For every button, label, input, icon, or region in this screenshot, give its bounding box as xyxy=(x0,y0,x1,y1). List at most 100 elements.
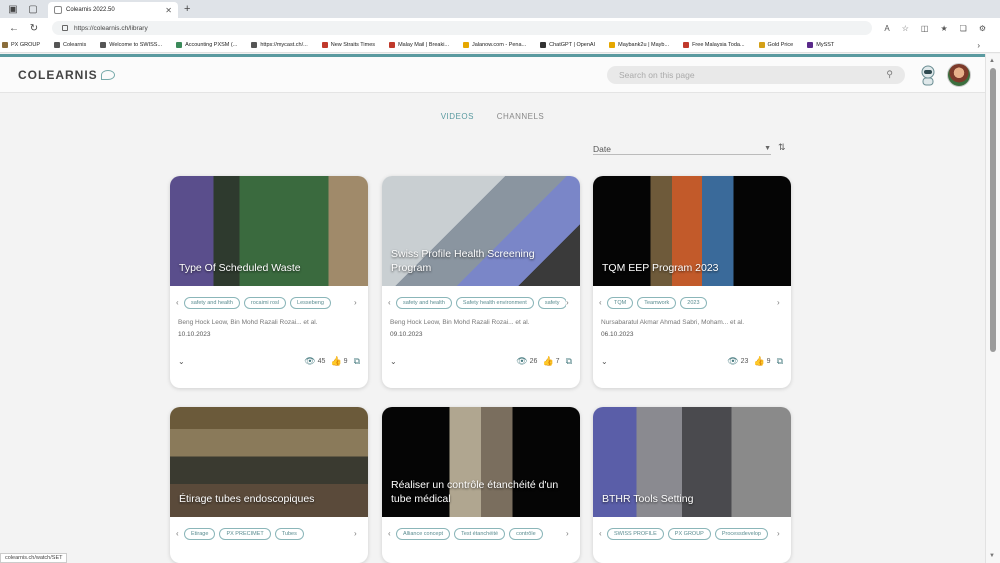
browser-tab[interactable]: Colearnis 2022.50 ✕ xyxy=(48,2,178,18)
bookmark-item[interactable]: New Straits Times xyxy=(321,42,375,48)
tag-chip[interactable]: Alliance concept xyxy=(396,527,451,540)
video-card[interactable]: Type Of Scheduled Waste ‹ safety and healt… xyxy=(170,176,368,388)
tab-channels[interactable]: CHANNELS xyxy=(497,112,545,121)
video-card[interactable]: TQM EEP Program 2023 ‹ TQM Teamwork 2023 › Nur… xyxy=(593,176,791,388)
video-title: Étirage tubes endoscopiques xyxy=(179,493,315,506)
bookmark-item[interactable]: Welcome to SWISS... xyxy=(100,42,162,48)
bookmark-item[interactable]: MySST xyxy=(807,42,834,48)
search-icon[interactable]: ⚲ xyxy=(886,69,893,80)
extensions-icon[interactable]: ⚙ xyxy=(979,24,986,33)
tag-chip[interactable]: contrôle xyxy=(509,527,543,540)
bookmark-item[interactable]: Malay Mail | Breaki... xyxy=(389,42,449,48)
search-input[interactable]: Search on this page ⚲ xyxy=(607,65,905,84)
tab-actions-icon[interactable]: ▢ xyxy=(26,2,40,16)
tag-chip[interactable]: Test étanchéité xyxy=(454,527,506,540)
chevron-left-icon[interactable]: ‹ xyxy=(176,529,184,538)
chevron-right-icon[interactable]: › xyxy=(777,529,785,538)
tag-chip[interactable]: PX GROUP xyxy=(667,527,711,540)
chevron-left-icon[interactable]: ‹ xyxy=(599,298,607,307)
tag-chip[interactable]: SWISS PROFILE xyxy=(607,527,664,540)
video-card[interactable]: Étirage tubes endoscopiques ‹ Etirage PX PR… xyxy=(170,407,368,563)
tag-chip[interactable]: 2023 xyxy=(680,296,707,309)
read-aloud-icon[interactable]: A xyxy=(884,24,889,33)
bookmark-item[interactable]: Gold Price xyxy=(758,42,794,48)
tab-videos[interactable]: VIDEOS xyxy=(441,112,474,121)
bookmark-item[interactable]: Colearnis xyxy=(54,42,86,48)
video-thumbnail[interactable]: Réaliser un contrôle étanchéité d'un tub… xyxy=(382,407,580,517)
url-field[interactable]: https://colearnis.ch/library xyxy=(52,21,872,35)
scrollbar-thumb[interactable] xyxy=(990,68,996,352)
tag-chip[interactable]: safety xyxy=(537,296,566,309)
tag-chip[interactable]: safety and health xyxy=(396,296,452,309)
chevron-left-icon[interactable]: ‹ xyxy=(176,298,184,307)
tag-chip[interactable]: Etirage xyxy=(184,527,216,540)
share-icon[interactable]: ⧉ xyxy=(566,356,572,367)
video-thumbnail[interactable]: Swiss Profile Health Screening Program xyxy=(382,176,580,286)
tag-chip[interactable]: Lessebeng xyxy=(290,296,331,309)
chevron-down-icon[interactable]: ⌄ xyxy=(390,357,397,366)
bookmark-item[interactable]: PX GROUP xyxy=(2,42,40,48)
bookmark-item[interactable]: Accounting PXSM (... xyxy=(176,42,237,48)
thumbs-up-icon[interactable]: 👍 xyxy=(542,356,553,367)
chevron-left-icon[interactable]: ‹ xyxy=(599,529,607,538)
chevron-right-icon[interactable]: › xyxy=(566,529,574,538)
avatar[interactable] xyxy=(947,62,971,87)
logo-text: COLEARNIS xyxy=(18,67,98,82)
bookmark-item[interactable]: Jalanow.com - Pena... xyxy=(463,42,526,48)
page-scrollbar[interactable]: ▲ ▼ xyxy=(985,54,1000,563)
video-card[interactable]: Swiss Profile Health Screening Program ‹ s… xyxy=(382,176,580,388)
new-tab-icon[interactable]: + xyxy=(184,3,190,15)
view-count: 26 xyxy=(529,357,538,365)
video-thumbnail[interactable]: Type Of Scheduled Waste xyxy=(170,176,368,286)
chevron-left-icon[interactable]: ‹ xyxy=(388,529,396,538)
bookmark-label: Gold Price xyxy=(767,42,794,48)
sort-select[interactable]: Date ▼ xyxy=(593,143,771,155)
bookmark-item[interactable]: https://mycast.ch/... xyxy=(251,42,308,48)
workspaces-icon[interactable]: ▣ xyxy=(6,2,20,16)
tag-chip[interactable]: Safety health environment xyxy=(455,296,534,309)
thumbs-up-icon[interactable]: 👍 xyxy=(753,356,764,367)
thumbs-up-icon[interactable]: 👍 xyxy=(330,356,341,367)
video-thumbnail[interactable]: Étirage tubes endoscopiques xyxy=(170,407,368,517)
video-card[interactable]: BTHR Tools Setting ‹ SWISS PROFILE PX GROUP… xyxy=(593,407,791,563)
bookmark-item[interactable]: ChatGPT | OpenAI xyxy=(540,42,595,48)
chevron-right-icon[interactable]: › xyxy=(566,298,574,307)
colearnis-logo[interactable]: COLEARNIS xyxy=(18,68,115,82)
bookmark-favicon-icon xyxy=(321,42,328,48)
tag-chip[interactable]: Teamwork xyxy=(637,296,677,309)
sort-icon[interactable]: ⇅ xyxy=(778,142,786,153)
favorites-icon[interactable]: ★ xyxy=(940,24,947,33)
tag-chip[interactable]: TQM xyxy=(607,296,634,309)
video-thumbnail[interactable]: TQM EEP Program 2023 xyxy=(593,176,791,286)
refresh-icon[interactable]: ↻ xyxy=(28,23,40,34)
tag-chip[interactable]: rocaimi rosl xyxy=(243,296,287,309)
close-tab-icon[interactable]: ✕ xyxy=(165,6,172,15)
share-icon[interactable]: ⧉ xyxy=(777,356,783,367)
share-icon[interactable]: ⧉ xyxy=(354,356,360,367)
chevron-left-icon[interactable]: ‹ xyxy=(388,298,396,307)
bookmark-item[interactable]: Maybank2u | Mayb... xyxy=(609,42,669,48)
chevron-right-icon[interactable]: › xyxy=(354,298,362,307)
library-tabs: VIDEOS CHANNELS xyxy=(0,112,985,121)
tag-chip[interactable]: safety and health xyxy=(184,296,240,309)
split-screen-icon[interactable]: ◫ xyxy=(921,24,929,33)
chevron-down-icon[interactable]: ⌄ xyxy=(178,357,185,366)
chevron-down-icon[interactable]: ⌄ xyxy=(601,357,608,366)
bot-icon[interactable] xyxy=(917,64,939,86)
bookmarks-more-icon[interactable]: › xyxy=(977,41,980,50)
bookmark-label: ChatGPT | OpenAI xyxy=(549,42,596,48)
chevron-right-icon[interactable]: › xyxy=(777,298,785,307)
collections-icon[interactable]: ❏ xyxy=(960,24,967,33)
bookmark-favicon-icon xyxy=(251,42,258,48)
scrollbar-down-icon[interactable]: ▼ xyxy=(989,553,995,559)
back-icon[interactable]: ← xyxy=(8,23,20,34)
tag-chip[interactable]: PX PRECIMET xyxy=(219,527,271,540)
scrollbar-up-icon[interactable]: ▲ xyxy=(989,58,995,64)
favorite-star-icon[interactable]: ☆ xyxy=(902,24,909,33)
tag-chip[interactable]: Processdevelop xyxy=(714,527,768,540)
bookmark-item[interactable]: Free Malaysia Toda... xyxy=(683,42,745,48)
chevron-right-icon[interactable]: › xyxy=(354,529,362,538)
video-thumbnail[interactable]: BTHR Tools Setting xyxy=(593,407,791,517)
tag-chip[interactable]: Tubes xyxy=(274,527,304,540)
video-card[interactable]: Réaliser un contrôle étanchéité d'un tub… xyxy=(382,407,580,563)
